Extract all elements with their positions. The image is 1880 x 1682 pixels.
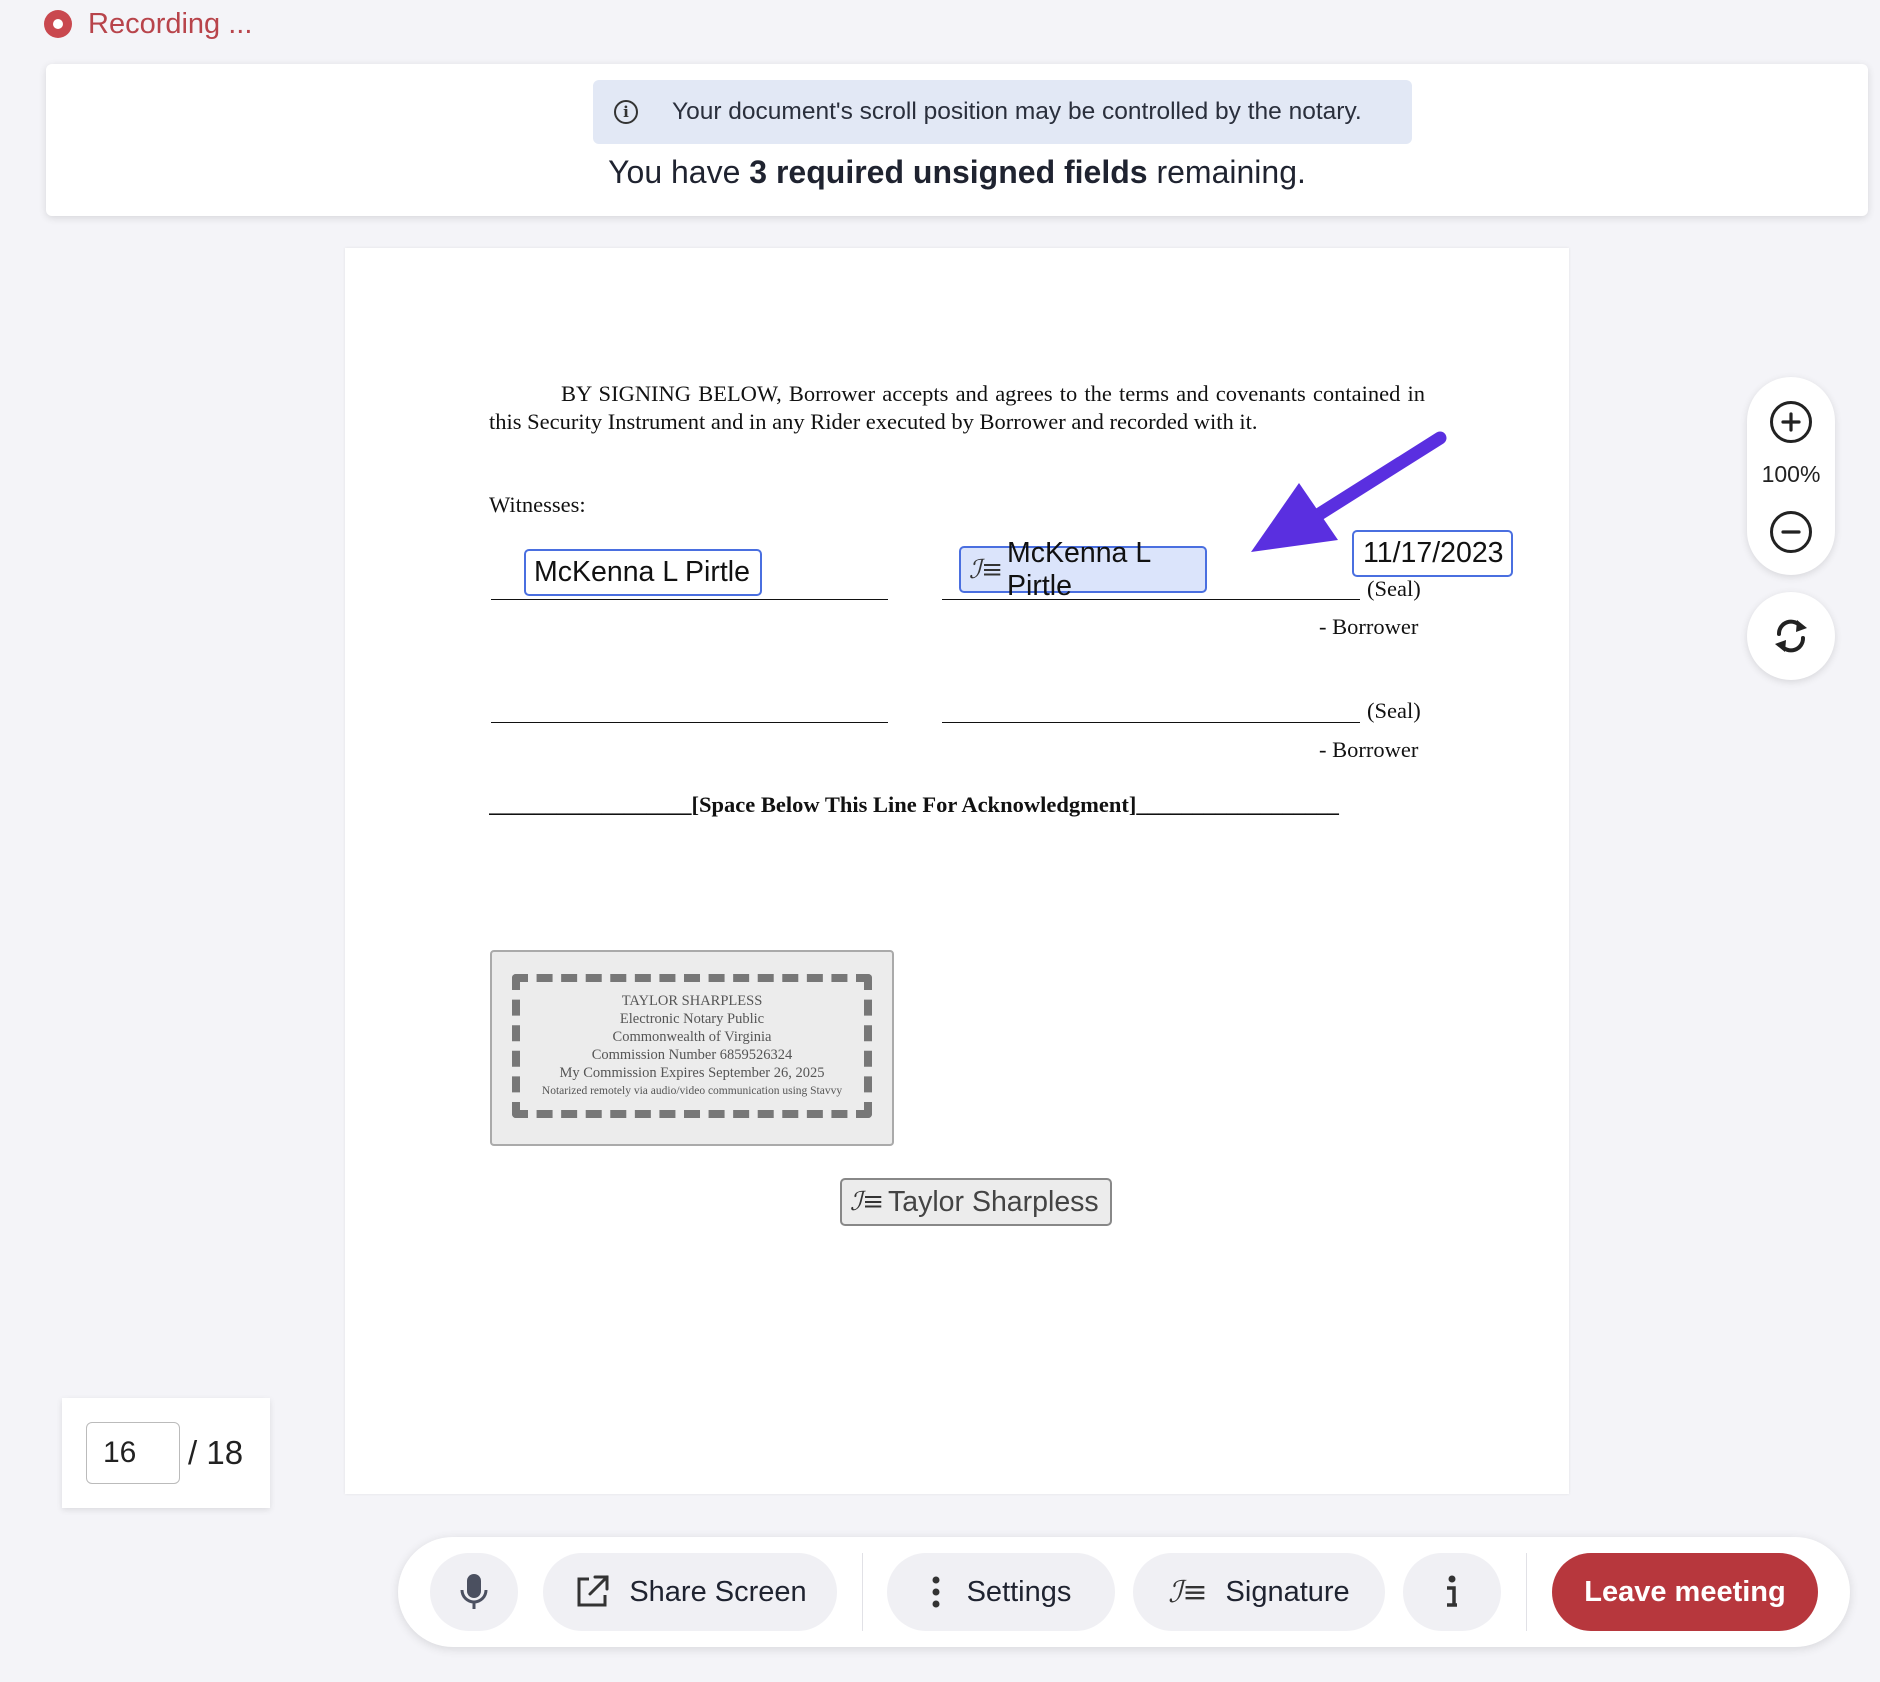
zoom-in-button[interactable] xyxy=(1770,401,1812,443)
microphone-button[interactable] xyxy=(430,1553,518,1631)
stamp-line: Notarized remotely via audio/video commu… xyxy=(541,1085,843,1097)
signature-button[interactable]: ℐ≡ Signature xyxy=(1133,1553,1385,1631)
recording-indicator: Recording ... xyxy=(44,4,252,44)
zoom-controls: 100% xyxy=(1747,377,1835,575)
remaining-fields-message: You have 3 required unsigned fields rema… xyxy=(46,154,1868,191)
plus-circle-icon xyxy=(1781,412,1801,432)
info-icon xyxy=(1447,1575,1457,1607)
notary-signature-value: Taylor Sharpless xyxy=(888,1185,1099,1218)
scroll-notice: i Your document's scroll position may be… xyxy=(593,80,1412,144)
stamp-line: Electronic Notary Public xyxy=(619,1011,765,1027)
stamp-line: Commission Number 6859526324 xyxy=(591,1047,793,1063)
witness-signature-line-1 xyxy=(491,599,888,600)
remaining-prefix: You have xyxy=(608,154,750,190)
borrower-signature-field[interactable]: ℐ≡ McKenna L Pirtle xyxy=(959,537,1207,602)
signature-label: Signature xyxy=(1225,1575,1350,1608)
share-screen-label: Share Screen xyxy=(629,1575,807,1608)
stamp-text: TAYLOR SHARPLESS Electronic Notary Publi… xyxy=(492,992,892,1100)
seal-label-1: (Seal) xyxy=(1367,576,1421,601)
remaining-suffix: remaining. xyxy=(1147,154,1306,190)
page-total: / 18 xyxy=(188,1434,244,1471)
seal-label-2: (Seal) xyxy=(1367,698,1421,723)
borrower-label-1: - Borrower xyxy=(1319,614,1419,639)
signature-icon: ℐ≡ xyxy=(850,1187,884,1217)
microphone-icon xyxy=(460,1574,488,1609)
borrower-label-2: - Borrower xyxy=(1319,737,1419,762)
signature-icon: ℐ≡ xyxy=(1168,1574,1208,1610)
rotate-icon xyxy=(1775,619,1807,653)
meeting-toolbar: Share Screen Settings ℐ≡ Signature Leave… xyxy=(398,1537,1850,1647)
settings-label: Settings xyxy=(966,1575,1072,1608)
page-number-input[interactable] xyxy=(86,1422,180,1484)
share-screen-button[interactable]: Share Screen xyxy=(543,1553,837,1631)
borrower-signature-line-2 xyxy=(942,722,1360,723)
witness-name-value: McKenna L Pirtle xyxy=(534,556,750,588)
witness-name-field[interactable]: McKenna L Pirtle xyxy=(524,549,762,596)
info-circle-icon: i xyxy=(614,100,638,124)
toolbar-divider xyxy=(862,1553,863,1631)
witness-signature-line-2 xyxy=(491,722,888,723)
scroll-notice-text: Your document's scroll position may be c… xyxy=(672,98,1362,125)
status-banner: i Your document's scroll position may be… xyxy=(46,64,1868,216)
external-link-icon xyxy=(577,1575,609,1607)
remaining-count: 3 required unsigned fields xyxy=(749,154,1148,190)
rotate-button[interactable] xyxy=(1747,592,1835,680)
stamp-line: My Commission Expires September 26, 2025 xyxy=(559,1065,825,1081)
leave-meeting-button[interactable]: Leave meeting xyxy=(1552,1553,1818,1631)
minus-circle-icon xyxy=(1781,530,1801,534)
zoom-level: 100% xyxy=(1761,461,1821,487)
record-icon xyxy=(44,10,72,38)
zoom-out-button[interactable] xyxy=(1770,511,1812,553)
recording-label: Recording ... xyxy=(88,7,253,40)
acknowledgment-divider: __________________[Space Below This Line… xyxy=(489,792,1339,817)
more-vertical-icon xyxy=(932,1576,940,1608)
notary-stamp: TAYLOR SHARPLESS Electronic Notary Publi… xyxy=(490,950,894,1146)
toolbar-divider xyxy=(1526,1553,1527,1631)
settings-button[interactable]: Settings xyxy=(887,1553,1115,1631)
stamp-line: TAYLOR SHARPLESS xyxy=(621,993,763,1009)
witnesses-label: Witnesses: xyxy=(489,492,586,517)
notary-signature-field[interactable]: ℐ≡ Taylor Sharpless xyxy=(840,1178,1112,1226)
annotation-arrow-icon xyxy=(1251,431,1447,552)
signature-icon: ℐ≡ xyxy=(969,554,1003,585)
borrower-signature-value: McKenna L Pirtle xyxy=(1007,536,1151,602)
info-button[interactable] xyxy=(1403,1553,1501,1631)
stamp-line: Commonwealth of Virginia xyxy=(612,1029,772,1045)
page-navigator: / 18 xyxy=(62,1398,270,1508)
